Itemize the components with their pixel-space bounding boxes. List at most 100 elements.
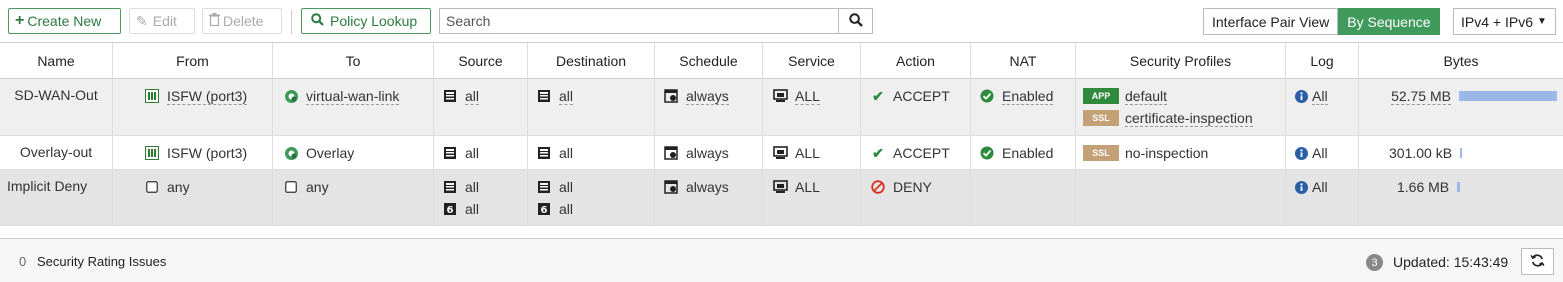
col-header-log[interactable]: Log [1286,43,1359,79]
cell-nat: Enabled [971,79,1076,135]
log-value[interactable]: All [1312,145,1328,161]
interface-icon [143,89,161,103]
nat-value[interactable]: Enabled [1002,88,1054,105]
col-header-source[interactable]: Source [434,43,528,79]
create-new-label: Create New [27,13,102,29]
cell-name: Implicit Deny [0,170,113,225]
from-interface[interactable]: ISFW (port3) [167,88,248,105]
cell-destination: all [528,79,655,135]
log-value[interactable]: All [1312,179,1328,195]
policy-name: Implicit Deny [7,178,88,194]
cell-from: ISFW (port3) [113,79,273,135]
refresh-button[interactable] [1521,248,1554,275]
cell-action: DENY [861,170,971,225]
service-icon [771,89,789,103]
ip-version-dropdown[interactable]: IPv4 + IPv6 ▼ [1453,8,1556,35]
profile-name[interactable]: certificate-inspection [1125,110,1253,127]
schedule-icon [662,180,680,194]
col-header-from[interactable]: From [113,43,273,79]
table-row[interactable]: SD-WAN-Out ISFW (port3) virtual-wan-link… [0,79,1563,136]
bytes-value[interactable]: 1.66 MB [1397,179,1449,195]
col-header-security-profiles[interactable]: Security Profiles [1076,43,1286,79]
destination-address[interactable]: all [559,88,574,105]
app-control-tag: APP [1083,88,1119,104]
col-header-bytes[interactable]: Bytes [1359,43,1563,79]
deny-icon [869,180,887,194]
profile-name[interactable]: default [1125,88,1168,105]
to-interface[interactable]: virtual-wan-link [306,88,400,105]
schedule-value[interactable]: always [686,145,729,161]
check-circle-icon [978,89,996,103]
source-address-v6[interactable]: all [465,201,479,217]
interface-pair-view-button[interactable]: Interface Pair View [1203,8,1339,35]
check-icon: ✔ [872,87,884,104]
destination-address[interactable]: all [559,145,573,161]
col-header-nat[interactable]: NAT [971,43,1076,79]
policy-lookup-button[interactable]: Policy Lookup [301,8,431,34]
edit-button[interactable]: ✎ Edit [129,8,195,34]
search-icon [311,13,324,29]
schedule-value[interactable]: always [686,179,729,195]
service-value[interactable]: ALL [795,179,820,195]
toolbar: + Create New ✎ Edit Delete Policy Lookup… [0,0,1563,42]
cell-from: ISFW (port3) [113,136,273,169]
check-circle-icon [978,146,996,160]
destination-address-v6[interactable]: all [559,201,573,217]
cell-source: all 6 all [434,170,528,225]
security-issues-label[interactable]: Security Rating Issues [37,254,166,269]
to-interface[interactable]: Overlay [306,145,354,161]
bytes-value[interactable]: 52.75 MB [1391,88,1451,105]
cell-bytes: 52.75 MB [1359,79,1563,135]
from-interface[interactable]: ISFW (port3) [167,145,247,161]
interface-icon [143,146,161,160]
service-icon [771,146,789,160]
info-icon [1294,180,1308,194]
log-value[interactable]: All [1312,88,1328,105]
check-icon: ✔ [872,144,884,161]
table-row[interactable]: Implicit Deny any any all 6 all all 6 all … [0,170,1563,226]
table-row[interactable]: Overlay-out ISFW (port3) Overlay all all… [0,136,1563,170]
svg-text:6: 6 [447,205,454,216]
service-value[interactable]: ALL [795,88,820,105]
cell-service: ALL [763,79,861,135]
edit-label: Edit [152,13,177,29]
col-header-to[interactable]: To [273,43,434,79]
ssl-inspection-tag: SSL [1083,145,1119,161]
destination-address[interactable]: all [559,179,573,195]
refresh-icon [1530,253,1545,271]
from-interface[interactable]: any [167,179,190,195]
service-value[interactable]: ALL [795,145,820,161]
col-header-destination[interactable]: Destination [528,43,655,79]
bytes-bar [1460,148,1463,158]
source-address[interactable]: all [465,179,479,195]
cell-service: ALL [763,170,861,225]
col-header-name[interactable]: Name [0,43,113,79]
by-sequence-button[interactable]: By Sequence [1338,8,1440,35]
search-button[interactable] [838,8,873,34]
delete-button[interactable]: Delete [202,8,282,34]
source-address[interactable]: all [465,145,479,161]
to-interface[interactable]: any [306,179,329,195]
ip-version-label: IPv4 + IPv6 [1461,13,1533,30]
profile-name[interactable]: no-inspection [1125,145,1208,161]
bytes-value[interactable]: 301.00 kB [1389,145,1452,161]
cell-to: Overlay [273,136,434,169]
cell-name: SD-WAN-Out [0,79,113,135]
cell-security-profiles: APP default SSL certificate-inspection [1076,79,1286,135]
checkbox-icon [282,181,300,193]
caret-down-icon: ▼ [1536,16,1547,27]
create-new-button[interactable]: + Create New [8,8,121,34]
checkbox-icon [143,181,161,193]
source-address[interactable]: all [465,88,480,105]
nat-value[interactable]: Enabled [1002,145,1053,161]
cell-log: All [1286,136,1359,169]
policy-name: SD-WAN-Out [14,87,98,103]
col-header-action[interactable]: Action [861,43,971,79]
address-icon [441,89,459,103]
search-input[interactable] [439,8,839,34]
col-header-service[interactable]: Service [763,43,861,79]
address-icon [441,180,459,194]
col-header-schedule[interactable]: Schedule [655,43,763,79]
schedule-value[interactable]: always [686,88,729,105]
cell-service: ALL [763,136,861,169]
